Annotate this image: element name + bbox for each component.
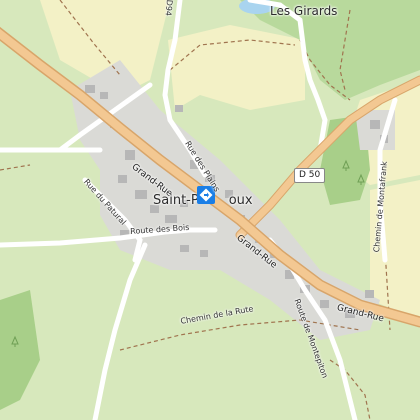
village-label-start: Saint-P <box>153 193 199 208</box>
place-label-hamlet[interactable]: Les Girards <box>270 5 337 17</box>
village-label-end: oux <box>228 193 253 208</box>
map-canvas[interactable]: Les Girards Saint-P oux Grand-Rue Grand-R… <box>0 0 420 420</box>
map-base-layer <box>0 0 420 420</box>
field-area <box>168 25 305 110</box>
road-label-top-road[interactable]: D94 <box>164 0 174 16</box>
road-shield-d50[interactable]: D 50 <box>294 168 326 183</box>
